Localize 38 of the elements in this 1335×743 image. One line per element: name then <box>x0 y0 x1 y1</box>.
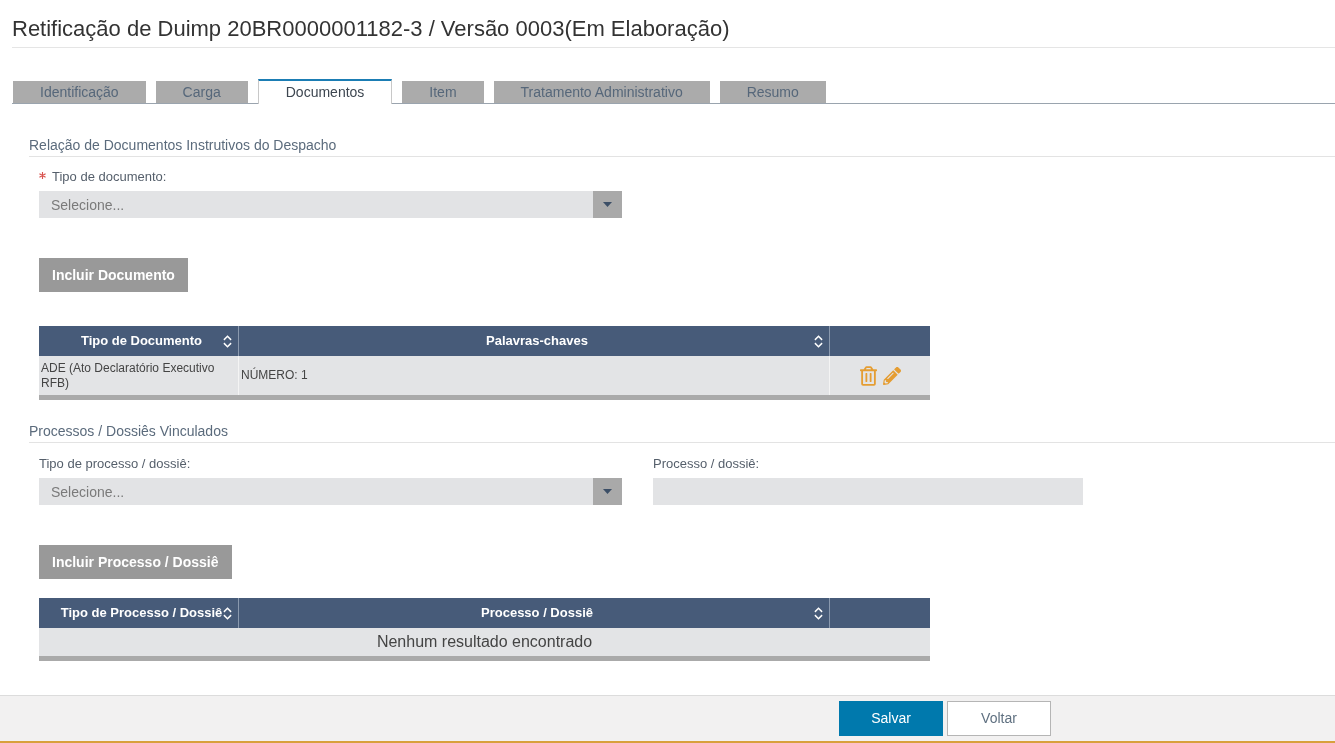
add-document-button[interactable]: Incluir Documento <box>39 258 188 292</box>
sort-icon[interactable] <box>814 334 823 348</box>
sort-icon[interactable] <box>814 606 823 620</box>
column-title: Tipo de Documento <box>79 332 204 351</box>
sort-icon[interactable] <box>223 606 232 620</box>
text-field[interactable] <box>653 478 1083 505</box>
tab[interactable]: Documentos <box>257 79 393 104</box>
section-heading: Relação de Documentos Instrutivos do Despacho <box>29 137 337 153</box>
trash-icon <box>859 365 877 386</box>
page-title: Retificação de Duimp 20BR0000001182-3 / Versão 0003(Em Elaboração) <box>12 16 730 41</box>
dropdown-button[interactable] <box>593 478 622 505</box>
pencil-icon <box>882 366 901 385</box>
caret-icon <box>603 489 612 494</box>
section-heading: Processos / Dossiês Vinculados <box>29 423 228 439</box>
table-cell: NÚMERO: 1 <box>241 368 308 383</box>
select-field[interactable]: Selecione... <box>39 191 593 218</box>
tab[interactable]: Carga <box>155 81 248 103</box>
sort-icon[interactable] <box>223 334 232 348</box>
column-title: Tipo de Processo / Dossiê <box>60 604 223 623</box>
delete-button[interactable] <box>859 365 877 386</box>
column-title: Processo / Dossiê <box>480 604 594 623</box>
tab[interactable]: Tratamento Administrativo <box>493 81 710 103</box>
column-title: Palavras-chaves <box>485 332 589 351</box>
select-field[interactable]: Selecione... <box>39 478 593 505</box>
field-label: Tipo de documento: <box>52 169 167 185</box>
dropdown-button[interactable] <box>593 191 622 218</box>
table-cell-text: ADE (Ato Declaratório Executivo RFB) <box>41 360 216 391</box>
tab[interactable]: Item <box>402 81 484 103</box>
back-button[interactable]: Voltar <box>947 701 1051 736</box>
edit-button[interactable] <box>882 366 901 385</box>
tab[interactable]: Identificação <box>13 81 146 103</box>
add-process-button[interactable]: Incluir Processo / Dossiê <box>39 545 232 579</box>
tab[interactable]: Resumo <box>719 81 826 103</box>
field-label: Tipo de processo / dossiê: <box>39 456 191 472</box>
save-button[interactable]: Salvar <box>839 701 943 736</box>
empty-message: Nenhum resultado encontrado <box>376 632 593 652</box>
field-label: Processo / dossiê: <box>653 456 760 472</box>
caret-icon <box>603 202 612 207</box>
